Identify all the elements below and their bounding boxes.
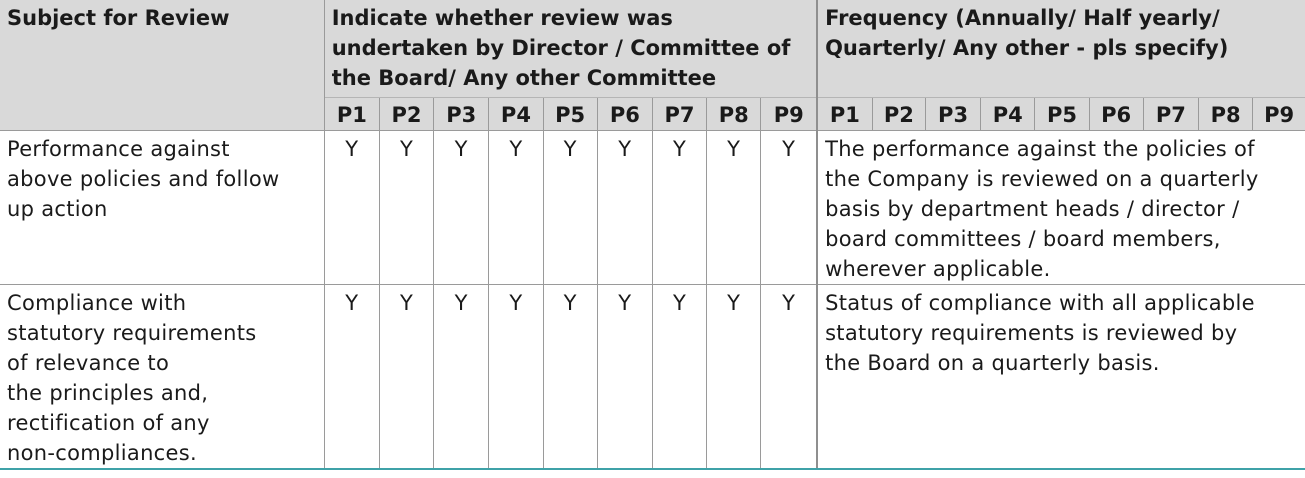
table-row: Compliance with statutory requirements o… bbox=[0, 284, 1305, 470]
header-frequency-p5: P5 bbox=[1034, 97, 1090, 131]
review-mark-p8: Y bbox=[706, 130, 761, 285]
subject-line: the principles and, bbox=[7, 381, 209, 405]
review-mark-p8: Y bbox=[706, 284, 761, 470]
review-mark-p3: Y bbox=[433, 284, 489, 470]
header-review-p3: P3 bbox=[433, 97, 489, 131]
subject-line: of relevance to bbox=[7, 351, 170, 375]
review-mark-p6: Y bbox=[596, 284, 653, 470]
frequency-line: the Board on a quarterly basis. bbox=[825, 351, 1160, 375]
subject-cell: Performance against above policies and f… bbox=[0, 130, 325, 285]
review-mark-p9: Y bbox=[760, 284, 818, 470]
frequency-line: Status of compliance with all applicable bbox=[825, 291, 1255, 315]
frequency-line: board committees / board members, bbox=[825, 227, 1221, 251]
header-frequency-group: Frequency (Annually/ Half yearly/ Quarte… bbox=[816, 0, 1305, 98]
review-mark-p6: Y bbox=[596, 130, 653, 285]
header-frequency-p7: P7 bbox=[1142, 97, 1199, 131]
subject-line: above policies and follow bbox=[7, 167, 280, 191]
review-table: Subject for Review Indicate whether revi… bbox=[0, 0, 1305, 470]
frequency-cell: Status of compliance with all applicable… bbox=[816, 284, 1305, 470]
header-frequency-p3: P3 bbox=[924, 97, 981, 131]
header-review-p8: P8 bbox=[706, 97, 761, 131]
subject-line: statutory requirements bbox=[7, 321, 257, 345]
frequency-line: the Company is reviewed on a quarterly bbox=[825, 167, 1259, 191]
review-mark-p7: Y bbox=[651, 130, 707, 285]
table-row: Performance against above policies and f… bbox=[0, 130, 1305, 285]
review-mark-p4: Y bbox=[488, 284, 544, 470]
header-frequency-p9: P9 bbox=[1252, 97, 1305, 131]
header-review-p7: P7 bbox=[651, 97, 707, 131]
header-review-p4: P4 bbox=[488, 97, 544, 131]
subject-line: Compliance with bbox=[7, 291, 187, 315]
review-mark-p2: Y bbox=[378, 130, 434, 285]
header-frequency-p1: P1 bbox=[816, 97, 873, 131]
header-review-p5: P5 bbox=[542, 97, 598, 131]
frequency-line: wherever applicable. bbox=[825, 257, 1051, 281]
header-review-p6: P6 bbox=[596, 97, 653, 131]
subject-line: non-compliances. bbox=[7, 441, 197, 465]
header-frequency-p6: P6 bbox=[1088, 97, 1144, 131]
subject-cell: Compliance with statutory requirements o… bbox=[0, 284, 325, 470]
subject-line: Performance against bbox=[7, 137, 230, 161]
frequency-line: basis by department heads / director / bbox=[825, 197, 1240, 221]
header-frequency-p8: P8 bbox=[1197, 97, 1253, 131]
subject-line: up action bbox=[7, 197, 108, 221]
review-mark-p1: Y bbox=[323, 130, 380, 285]
review-mark-p5: Y bbox=[542, 130, 598, 285]
review-mark-p3: Y bbox=[433, 130, 489, 285]
header-review-p9: P9 bbox=[760, 97, 818, 131]
frequency-line: statutory requirements is reviewed by bbox=[825, 321, 1238, 345]
frequency-cell: The performance against the policies of … bbox=[816, 130, 1305, 285]
header-review-p2: P2 bbox=[378, 97, 434, 131]
header-frequency-p2: P2 bbox=[871, 97, 926, 131]
frequency-line: The performance against the policies of bbox=[825, 137, 1255, 161]
header-subject: Subject for Review bbox=[0, 0, 325, 98]
header-frequency-p4: P4 bbox=[980, 97, 1035, 131]
review-mark-p4: Y bbox=[488, 130, 544, 285]
header-review-group: Indicate whether review was undertaken b… bbox=[323, 0, 818, 98]
header-review-p1: P1 bbox=[323, 97, 380, 131]
review-mark-p7: Y bbox=[651, 284, 707, 470]
review-mark-p1: Y bbox=[323, 284, 380, 470]
subject-line: rectification of any bbox=[7, 411, 210, 435]
review-mark-p5: Y bbox=[542, 284, 598, 470]
review-mark-p9: Y bbox=[760, 130, 818, 285]
review-mark-p2: Y bbox=[378, 284, 434, 470]
header-subject-spacer bbox=[0, 97, 325, 131]
